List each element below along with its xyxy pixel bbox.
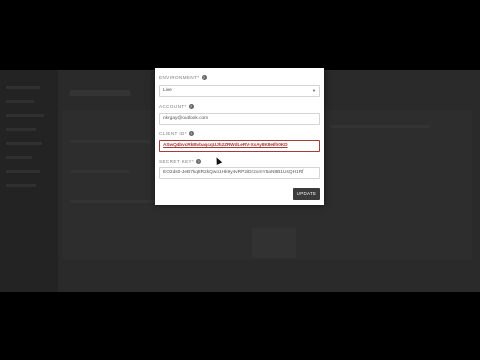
background-row [70, 170, 130, 173]
sidebar-item [6, 114, 44, 117]
sidebar-item [6, 128, 36, 131]
background-row [330, 125, 430, 128]
environment-value: Live [163, 88, 172, 93]
sidebar-item [6, 184, 36, 187]
client-id-label-text: CLIENT ID* [159, 131, 187, 136]
account-value: nkrgay@outlook.com [163, 116, 209, 121]
client-id-field[interactable]: ASwQ4bvcRkBvbaqcqUJh2ZRWdLeRV-XxAy8K8eIl… [159, 140, 320, 152]
edit-credentials-dialog: ENVIRONMENT*? Live ▼ ACCOUNT*? nkrgay@ou… [155, 68, 324, 205]
background-logo [252, 228, 296, 258]
background-heading [70, 90, 130, 96]
question-circle-icon[interactable]: ? [188, 104, 194, 110]
sidebar-item [6, 100, 34, 103]
account-label-text: ACCOUNT* [159, 104, 187, 109]
environment-label-text: ENVIRONMENT* [159, 75, 200, 80]
question-circle-icon[interactable]: ? [188, 131, 194, 137]
sidebar-item [6, 86, 40, 89]
client-id-label: CLIENT ID*? [159, 131, 194, 137]
question-circle-icon[interactable]: ? [201, 75, 207, 81]
background-row [70, 140, 150, 143]
secret-key-label: SECRET KEY*? [159, 159, 202, 165]
sidebar-item [6, 170, 40, 173]
background-sidebar [0, 70, 58, 292]
sidebar-item [6, 142, 42, 145]
account-field[interactable]: nkrgay@outlook.com [159, 113, 320, 125]
chevron-down-icon: ▼ [312, 88, 316, 93]
update-button[interactable]: UPDATE [293, 188, 320, 200]
sidebar-item [6, 156, 32, 159]
environment-label: ENVIRONMENT*? [159, 75, 207, 81]
letterbox-bottom [0, 292, 480, 360]
background-row [70, 200, 160, 203]
secret-key-label-text: SECRET KEY* [159, 159, 195, 164]
question-circle-icon[interactable]: ? [196, 159, 202, 165]
secret-key-field[interactable]: EO2ds0-JeB7kq8R2kQwo1Hk9y4vRP2iDr2omY5aN… [159, 167, 320, 179]
environment-select[interactable]: Live ▼ [159, 85, 320, 97]
secret-key-value: EO2ds0-JeB7kq8R2kQwo1Hk9y4vRP2iDr2omY5aN… [163, 170, 304, 175]
client-id-value: ASwQ4bvcRkBvbaqcqUJh2ZRWdLeRV-XxAy8K8eIl… [163, 143, 288, 148]
account-label: ACCOUNT*? [159, 104, 194, 110]
